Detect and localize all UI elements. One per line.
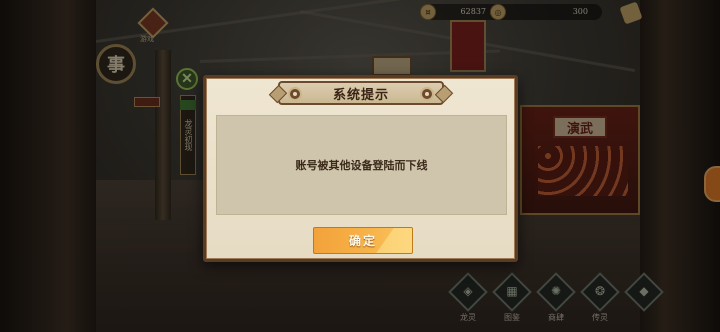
confirm-button[interactable]: 确定 xyxy=(313,227,413,254)
dialog-title-plate: 系统提示 xyxy=(278,81,444,105)
message-box: 账号被其他设备登陆而下线 xyxy=(216,115,507,215)
system-alert-dialog: 系统提示 账号被其他设备登陆而下线 确定 xyxy=(203,75,518,262)
dialog-message: 账号被其他设备登陆而下线 xyxy=(295,159,428,172)
ornament-icon xyxy=(420,87,434,101)
confirm-button-label: 确定 xyxy=(348,234,377,248)
dialog-title: 系统提示 xyxy=(332,87,389,103)
ornament-icon xyxy=(288,87,302,101)
